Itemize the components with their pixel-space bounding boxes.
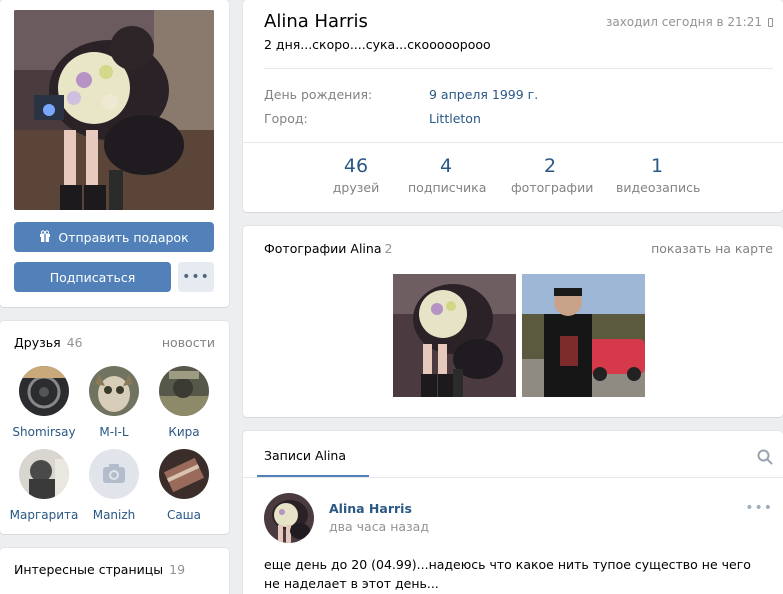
friend-item[interactable]: Саша bbox=[149, 449, 219, 522]
friends-block: Друзья 46 новости Shomirsay M-I-L Кира Ма… bbox=[0, 321, 229, 534]
city-label: Город: bbox=[264, 111, 308, 126]
birthday-value[interactable]: 9 апреля 1999 г. bbox=[429, 87, 538, 102]
friend-avatar[interactable] bbox=[159, 449, 209, 499]
interesting-count: 19 bbox=[169, 562, 186, 577]
friend-avatar[interactable] bbox=[89, 366, 139, 416]
friends-news-link[interactable]: новости bbox=[162, 335, 215, 350]
counter-friends[interactable]: 46 друзей bbox=[331, 155, 381, 195]
send-gift-button[interactable]: Отправить подарок bbox=[14, 222, 214, 252]
gift-icon bbox=[39, 229, 51, 245]
interesting-header: Интересные страницы 19 bbox=[14, 562, 215, 577]
friend-item[interactable]: Маргарита bbox=[9, 449, 79, 522]
search-icon[interactable] bbox=[757, 449, 773, 465]
profile-counters: 46 друзей 4 подписчика 2 фотографии 1 ви… bbox=[331, 155, 701, 195]
friend-avatar[interactable] bbox=[19, 449, 69, 499]
subscribe-button[interactable]: Подписаться bbox=[14, 262, 171, 292]
counter-number: 4 bbox=[439, 155, 453, 177]
post-timestamp[interactable]: два часа назад bbox=[329, 519, 429, 534]
avatar-card: Отправить подарок Подписаться ••• bbox=[0, 0, 229, 307]
interesting-title[interactable]: Интересные страницы bbox=[14, 562, 163, 577]
counter-videos[interactable]: 1 видеозапись bbox=[616, 155, 701, 195]
camera-icon bbox=[103, 464, 125, 483]
post-author-avatar[interactable] bbox=[264, 493, 314, 543]
divider bbox=[243, 477, 783, 478]
last-seen: заходил сегодня в 21:21 bbox=[606, 15, 773, 29]
send-gift-label: Отправить подарок bbox=[58, 229, 189, 245]
friends-header: Друзья 46 новости bbox=[14, 335, 215, 350]
friend-avatar[interactable] bbox=[159, 366, 209, 416]
friend-item[interactable]: Shomirsay bbox=[9, 366, 79, 439]
friend-avatar[interactable] bbox=[19, 366, 69, 416]
more-dots-icon: ••• bbox=[182, 269, 210, 285]
divider bbox=[264, 68, 773, 69]
mobile-phone-icon bbox=[768, 18, 773, 27]
counter-label: фотографии bbox=[511, 180, 594, 195]
counter-number: 46 bbox=[343, 155, 369, 177]
divider bbox=[243, 142, 783, 143]
profile-name: Alina Harris bbox=[264, 11, 368, 32]
friend-name[interactable]: M-I-L bbox=[79, 425, 149, 439]
birthday-label: День рождения: bbox=[264, 87, 373, 102]
photos-block: Фотографии Alina 2 показать на карте bbox=[243, 226, 783, 417]
post-author-name[interactable]: Alina Harris bbox=[329, 501, 412, 516]
friend-name[interactable]: Кира bbox=[149, 425, 219, 439]
profile-avatar[interactable] bbox=[14, 10, 214, 210]
counter-label: подписчика bbox=[408, 180, 487, 195]
city-row: Город: Littleton bbox=[264, 111, 481, 126]
counter-photos[interactable]: 2 фотографии bbox=[511, 155, 594, 195]
counter-label: друзей bbox=[332, 180, 380, 195]
profile-info-card: Alina Harris 2 дня...скоро....сука...ско… bbox=[243, 0, 783, 212]
counter-label: видеозапись bbox=[616, 180, 701, 195]
photos-header[interactable]: Фотографии Alina 2 bbox=[264, 241, 392, 256]
photos-title: Фотографии Alina bbox=[264, 241, 382, 256]
birthday-row: День рождения: 9 апреля 1999 г. bbox=[264, 87, 538, 102]
friend-avatar-placeholder[interactable] bbox=[89, 449, 139, 499]
friend-name[interactable]: Маргарита bbox=[9, 508, 79, 522]
counter-number: 1 bbox=[650, 155, 664, 177]
wall-block: Записи Alina Alina Harris два часа назад… bbox=[243, 431, 783, 594]
more-actions-button[interactable]: ••• bbox=[178, 262, 214, 292]
photos-count: 2 bbox=[384, 241, 393, 256]
profile-status: 2 дня...скоро....сука...скооооорооо bbox=[264, 37, 491, 52]
friends-title[interactable]: Друзья bbox=[14, 335, 61, 350]
wall-tab-posts[interactable]: Записи Alina bbox=[264, 448, 346, 463]
post-more-actions-icon[interactable]: ••• bbox=[745, 500, 773, 516]
city-value[interactable]: Littleton bbox=[429, 111, 481, 126]
post-text: еще день до 20 (04.99)...надеюсь что как… bbox=[264, 557, 751, 591]
counter-number: 2 bbox=[543, 155, 557, 177]
counter-followers[interactable]: 4 подписчика bbox=[408, 155, 487, 195]
show-on-map-link[interactable]: показать на карте bbox=[651, 241, 773, 256]
friend-item[interactable]: Кира bbox=[149, 366, 219, 439]
photo-thumbnail[interactable] bbox=[522, 274, 645, 397]
friends-count: 46 bbox=[66, 335, 83, 350]
photo-thumbnail[interactable] bbox=[393, 274, 516, 397]
friend-item[interactable]: Manizh bbox=[79, 449, 149, 522]
last-seen-text: заходил сегодня в 21:21 bbox=[605, 15, 762, 29]
friend-name[interactable]: Manizh bbox=[79, 508, 149, 522]
friend-item[interactable]: M-I-L bbox=[79, 366, 149, 439]
friend-name[interactable]: Саша bbox=[149, 508, 219, 522]
interesting-pages-block: Интересные страницы 19 bbox=[0, 548, 229, 594]
subscribe-label: Подписаться bbox=[49, 269, 136, 285]
friend-name[interactable]: Shomirsay bbox=[9, 425, 79, 439]
